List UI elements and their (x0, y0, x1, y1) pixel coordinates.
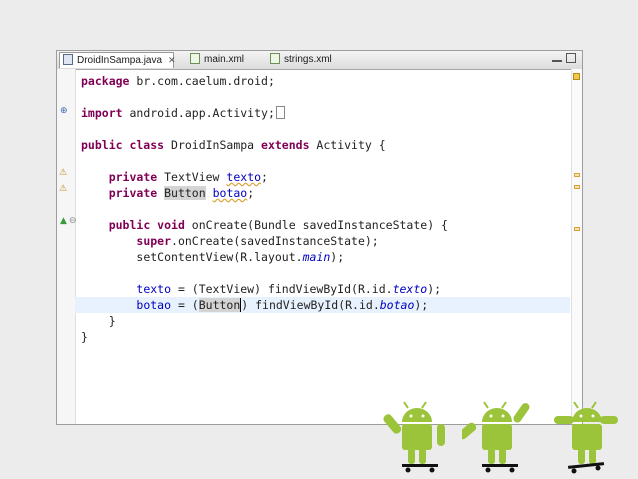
code-line: } (81, 313, 570, 329)
token: extends (261, 138, 310, 152)
code-line: super.onCreate(savedInstanceState); (81, 233, 570, 249)
token: main (302, 250, 331, 264)
token: ); (427, 282, 442, 296)
minimize-button[interactable] (552, 59, 562, 62)
xml-file-icon (190, 53, 200, 64)
code-line: private TextView texto; (81, 169, 570, 185)
token: import (81, 106, 123, 120)
token: Button (198, 298, 241, 312)
tab-label: DroidInSampa.java (77, 55, 163, 66)
warning-marker[interactable] (574, 173, 580, 177)
token: texto (226, 170, 262, 184)
code-line: package br.com.caelum.droid; (81, 73, 570, 89)
token: package (81, 74, 130, 88)
overview-ruler[interactable] (571, 69, 582, 424)
token: botao (136, 298, 172, 312)
token: } (81, 330, 88, 344)
override-arrow-icon: ▲ (60, 216, 67, 226)
token: texto (392, 282, 428, 296)
token: texto (136, 282, 172, 296)
editor-tab-bar: DroidInSampa.java ✕ main.xml strings.xml (57, 51, 582, 70)
token: br.com.caelum.droid; (129, 74, 275, 88)
fold-expand-icon[interactable]: ⊕ (60, 106, 68, 116)
token: ); (330, 250, 345, 264)
token: android.app.Activity; (122, 106, 275, 120)
token: } (108, 314, 116, 328)
code-line: public class DroidInSampa extends Activi… (81, 137, 570, 153)
token: ) findViewById(R.id. (241, 298, 380, 312)
code-line: public void onCreate(Bundle savedInstanc… (81, 217, 570, 233)
token: onCreate(Bundle savedInstanceState) { (184, 218, 448, 232)
tab-label: strings.xml (284, 54, 332, 65)
folded-block-icon[interactable] (275, 106, 285, 119)
tab-label: main.xml (204, 54, 245, 65)
maximize-button[interactable] (566, 53, 576, 63)
token: Activity { (309, 138, 386, 152)
code-line: private Button botao; (81, 185, 570, 201)
current-code-line: botao = (Button) findViewById(R.id.botao… (75, 297, 570, 313)
token: = (TextView) findViewById(R.id. (171, 282, 393, 296)
token: super (136, 234, 172, 248)
android-robot-skateboard-icon (383, 401, 445, 473)
token: botao (379, 298, 415, 312)
token: ); (414, 298, 429, 312)
code-editor-window: DroidInSampa.java ✕ main.xml strings.xml … (56, 50, 583, 425)
token: public void (108, 218, 185, 232)
tab-main-xml[interactable]: main.xml (187, 52, 257, 68)
code-line: import android.app.Activity; (81, 105, 570, 121)
close-tab-icon[interactable]: ✕ (168, 55, 176, 65)
fold-collapse-icon[interactable]: ⊖ (69, 216, 77, 226)
warning-icon: ⚠ (59, 168, 68, 178)
code-line: } (81, 329, 570, 345)
code-line: texto = (TextView) findViewById(R.id.tex… (81, 281, 570, 297)
android-robot-skateboard-icon (462, 401, 530, 473)
token: setContentView(R.layout. (136, 250, 303, 264)
java-file-icon (63, 54, 73, 65)
token: ; (261, 170, 268, 184)
token: Button (164, 186, 206, 200)
token: public class (81, 138, 165, 152)
token: TextView (157, 170, 227, 184)
warning-summary-icon[interactable] (573, 73, 580, 80)
code-area[interactable]: package br.com.caelum.droid; import andr… (75, 69, 570, 424)
xml-file-icon (270, 53, 280, 64)
vertical-ruler: ⊕ ⚠ ⚠ ▲ ⊖ (57, 69, 77, 424)
warning-marker[interactable] (574, 185, 580, 189)
token: private (108, 170, 158, 184)
token: ; (247, 186, 255, 200)
code-line: setContentView(R.layout.main); (81, 249, 570, 265)
tab-droidinsampa-java[interactable]: DroidInSampa.java ✕ (59, 52, 176, 68)
token: DroidInSampa (164, 138, 262, 152)
token: = ( (171, 298, 199, 312)
android-robot-skateboard-icon (554, 401, 618, 474)
warning-marker[interactable] (574, 227, 580, 231)
token: botao (212, 186, 248, 200)
warning-icon: ⚠ (59, 184, 68, 194)
tab-strings-xml[interactable]: strings.xml (267, 52, 347, 68)
token: private (108, 186, 158, 200)
token: .onCreate(savedInstanceState); (171, 234, 379, 248)
